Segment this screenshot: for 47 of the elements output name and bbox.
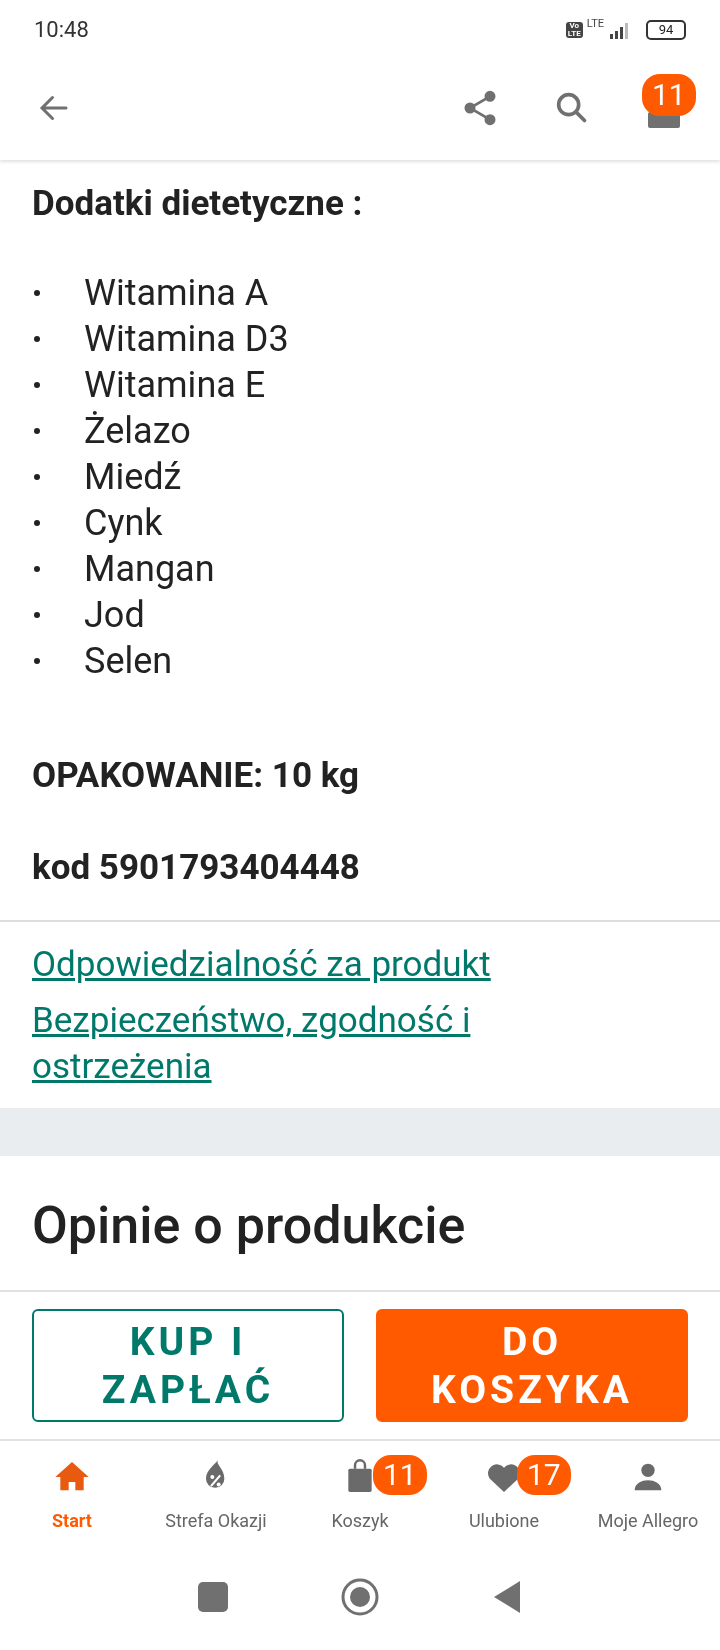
battery-indicator: 94 — [646, 19, 686, 40]
add-to-cart-button[interactable]: DO KOSZYKA — [376, 1309, 688, 1422]
nav-tab[interactable]: Start — [0, 1441, 144, 1553]
volte-badge: Vo LTE — [565, 21, 583, 38]
bullet-icon — [34, 290, 40, 296]
signal-icon — [608, 20, 630, 39]
nav-tab[interactable]: Moje Allegro — [576, 1441, 720, 1553]
list-item: Jod — [84, 593, 145, 638]
bullet-icon — [34, 428, 40, 434]
bullet-icon — [34, 382, 40, 388]
nav-label: Start — [52, 1509, 92, 1533]
buy-now-button[interactable]: KUP I ZAPŁAĆ — [32, 1309, 344, 1422]
reviews-title: Opinie o produkcie — [31, 1194, 467, 1258]
home-circle-icon[interactable] — [340, 1577, 380, 1617]
network-label: LTE — [586, 15, 604, 32]
bullet-icon — [34, 612, 40, 618]
packaging-text: OPAKOWANIE: 10 kg — [32, 754, 361, 798]
nav-tab[interactable]: Strefa Okazji — [144, 1441, 288, 1553]
list-item: Selen — [84, 639, 173, 684]
section-heading: Dodatki dietetyczne : — [32, 182, 364, 226]
list-item: Miedź — [84, 455, 182, 500]
nav-tab[interactable]: 17 Ulubione — [432, 1441, 576, 1553]
nav-tab[interactable]: 11 Koszyk — [288, 1441, 432, 1553]
bullet-icon — [34, 520, 40, 526]
recents-icon[interactable] — [198, 1582, 228, 1612]
nav-label: Ulubione — [468, 1509, 540, 1533]
nav-label: Moje Allegro — [597, 1509, 699, 1533]
product-info-link[interactable]: Bezpieczeństwo, zgodność i ostrzeżenia — [32, 998, 592, 1090]
product-code: kod 5901793404448 — [32, 846, 361, 890]
nav-label: Strefa Okazji — [165, 1509, 267, 1533]
status-time: 10:48 — [34, 16, 89, 44]
list-item: Witamina E — [84, 363, 266, 408]
count-badge: 17 — [517, 1455, 571, 1495]
bullet-icon — [34, 658, 40, 664]
bullet-icon — [34, 474, 40, 480]
product-info-link[interactable]: Odpowiedzialność za produkt — [32, 942, 592, 988]
list-item: Cynk — [84, 501, 163, 546]
list-item: Żelazo — [84, 409, 191, 454]
nav-label: Koszyk — [331, 1509, 389, 1533]
cart-count-badge: 11 — [642, 73, 696, 116]
list-item: Mangan — [84, 547, 215, 592]
count-badge: 11 — [373, 1455, 427, 1495]
bullet-icon — [34, 336, 40, 342]
list-item: Witamina A — [84, 271, 269, 316]
list-item: Witamina D3 — [84, 317, 289, 362]
bullet-icon — [34, 566, 40, 572]
back-triangle-icon[interactable] — [492, 1580, 522, 1614]
